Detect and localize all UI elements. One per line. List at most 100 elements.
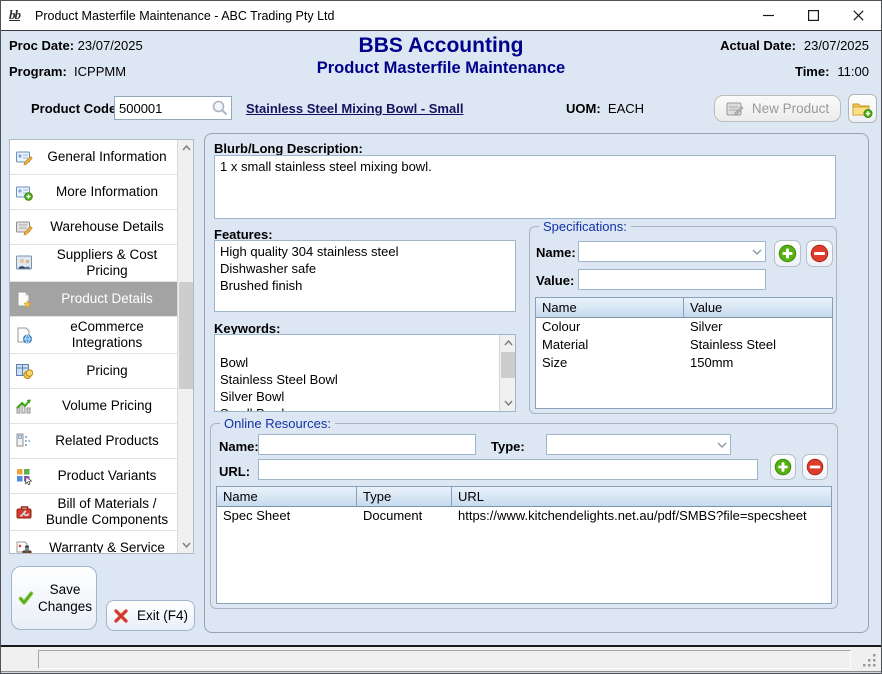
minimize-icon [763, 10, 774, 21]
spec-remove-button[interactable] [806, 240, 833, 267]
sidebar-item-product-details[interactable]: Product Details [10, 282, 179, 317]
resource-type-combo[interactable] [546, 434, 731, 455]
ecommerce-integrations-icon [16, 327, 33, 344]
resource-name-input[interactable] [259, 435, 475, 454]
sidebar-item-label: Bill of Materials / Bundle Components [37, 494, 179, 530]
scroll-down-icon[interactable] [178, 537, 194, 553]
save-changes-label: Save Changes [38, 581, 92, 615]
resize-grip-icon[interactable] [863, 654, 877, 668]
spec-add-button[interactable] [774, 240, 801, 267]
keywords-scrollbar[interactable] [499, 335, 515, 411]
sidebar-item-pricing[interactable]: Pricing [10, 354, 179, 389]
new-product-button[interactable]: New Product [714, 95, 841, 122]
time-value: 11:00 [837, 64, 869, 79]
resource-name-field [258, 434, 476, 455]
spec-name-combo[interactable] [578, 241, 766, 262]
column-header[interactable]: Value [684, 298, 832, 317]
sidebar-item-suppliers-cost-pricing[interactable]: Suppliers & Cost Pricing [10, 245, 179, 282]
spec-value-label: Value: [536, 273, 574, 288]
spec-name-label: Name: [536, 245, 576, 260]
exit-button[interactable]: Exit (F4) [106, 600, 195, 631]
app-logo-icon: bb [9, 7, 29, 25]
blurb-label: Blurb/Long Description: [214, 141, 363, 156]
sidebar-item-label: General Information [37, 147, 179, 167]
sidebar-item-label: Pricing [37, 361, 179, 381]
resource-url-field [258, 459, 758, 480]
sidebar-item-ecommerce-integrations[interactable]: eCommerce Integrations [10, 317, 179, 354]
more-information-icon [16, 184, 33, 201]
online-resources-legend: Online Resources: [220, 416, 335, 431]
exit-label: Exit (F4) [137, 608, 188, 623]
sidebar-item-label: Volume Pricing [37, 396, 179, 416]
scroll-down-icon[interactable] [500, 395, 516, 411]
maximize-icon [808, 10, 819, 21]
resource-add-button[interactable] [770, 454, 796, 480]
save-check-icon [18, 586, 34, 610]
title-bar: bb Product Masterfile Maintenance - ABC … [1, 1, 881, 31]
specifications-table: Name Value Colour Silver Material Stainl… [535, 297, 833, 409]
general-information-icon [16, 149, 33, 166]
new-product-icon [726, 101, 744, 117]
save-changes-button[interactable]: Save Changes [11, 566, 97, 630]
scroll-up-icon[interactable] [178, 140, 194, 156]
resource-remove-button[interactable] [802, 454, 828, 480]
open-folder-button[interactable] [848, 94, 877, 123]
product-description-link[interactable]: Stainless Steel Mixing Bowl - Small [246, 101, 463, 116]
specifications-group: Specifications: Name: [529, 226, 837, 414]
sidebar: General Information More Information War… [9, 139, 194, 554]
maximize-button[interactable] [791, 1, 836, 30]
table-row[interactable]: Size 150mm [536, 354, 832, 372]
sidebar-item-bill-of-materials[interactable]: Bill of Materials / Bundle Components [10, 494, 179, 531]
product-details-icon [16, 291, 33, 308]
spec-value-input[interactable] [579, 270, 765, 289]
sidebar-item-volume-pricing[interactable]: Volume Pricing [10, 389, 179, 424]
uom-value: EACH [608, 101, 644, 116]
column-header[interactable]: Name [536, 298, 684, 317]
keywords-textarea[interactable]: Bowl Stainless Steel Bowl Silver Bowl Sm… [214, 334, 516, 412]
actual-date-value: 23/07/2025 [804, 38, 869, 53]
blurb-textarea[interactable]: 1 x small stainless steel mixing bowl. [214, 155, 836, 219]
sidebar-item-warehouse-details[interactable]: Warehouse Details [10, 210, 179, 245]
sidebar-scrollbar-thumb[interactable] [179, 282, 193, 389]
sidebar-item-more-information[interactable]: More Information [10, 175, 179, 210]
sidebar-item-label: eCommerce Integrations [37, 317, 179, 353]
sidebar-item-warranty-service[interactable]: Warranty & Service [10, 531, 179, 554]
minimize-button[interactable] [746, 1, 791, 30]
product-code-input[interactable] [115, 101, 211, 116]
warranty-service-icon [16, 540, 33, 555]
close-icon [853, 10, 864, 21]
suppliers-cost-pricing-icon [16, 255, 33, 272]
table-row[interactable]: Colour Silver [536, 318, 832, 336]
online-resources-table: Name Type URL Spec Sheet Document https:… [216, 486, 832, 604]
specifications-legend: Specifications: [539, 219, 631, 234]
sidebar-item-related-products[interactable]: Related Products [10, 424, 179, 459]
status-bar [1, 647, 881, 671]
window-title: Product Masterfile Maintenance - ABC Tra… [35, 9, 334, 23]
table-row[interactable]: Spec Sheet Document https://www.kitchend… [217, 507, 831, 525]
resource-name-label: Name: [219, 439, 259, 454]
column-header[interactable]: Type [357, 487, 452, 506]
sidebar-scrollbar[interactable] [177, 140, 193, 553]
resource-url-input[interactable] [259, 460, 757, 479]
add-icon [774, 458, 792, 476]
column-header[interactable]: URL [452, 487, 831, 506]
sidebar-item-label: Related Products [37, 431, 179, 451]
online-resources-table-header: Name Type URL [217, 487, 831, 507]
online-resources-group: Online Resources: Name: Type: URL: [210, 423, 838, 609]
keywords-scrollbar-thumb[interactable] [501, 352, 515, 378]
add-icon [778, 244, 797, 263]
sidebar-list: General Information More Information War… [10, 140, 179, 554]
remove-icon [810, 244, 829, 263]
product-bar: Product Code: Stainless Steel Mixing Bow… [1, 93, 881, 127]
sidebar-item-general-information[interactable]: General Information [10, 140, 179, 175]
scroll-up-icon[interactable] [500, 335, 516, 351]
column-header[interactable]: Name [217, 487, 357, 506]
specifications-table-header: Name Value [536, 298, 832, 318]
spec-value-field [578, 269, 766, 290]
sidebar-item-product-variants[interactable]: Product Variants [10, 459, 179, 494]
app-window: bb Product Masterfile Maintenance - ABC … [0, 0, 882, 674]
close-button[interactable] [836, 1, 881, 30]
search-icon[interactable] [211, 99, 229, 117]
table-row[interactable]: Material Stainless Steel [536, 336, 832, 354]
features-textarea[interactable]: High quality 304 stainless steel Dishwas… [214, 240, 516, 312]
